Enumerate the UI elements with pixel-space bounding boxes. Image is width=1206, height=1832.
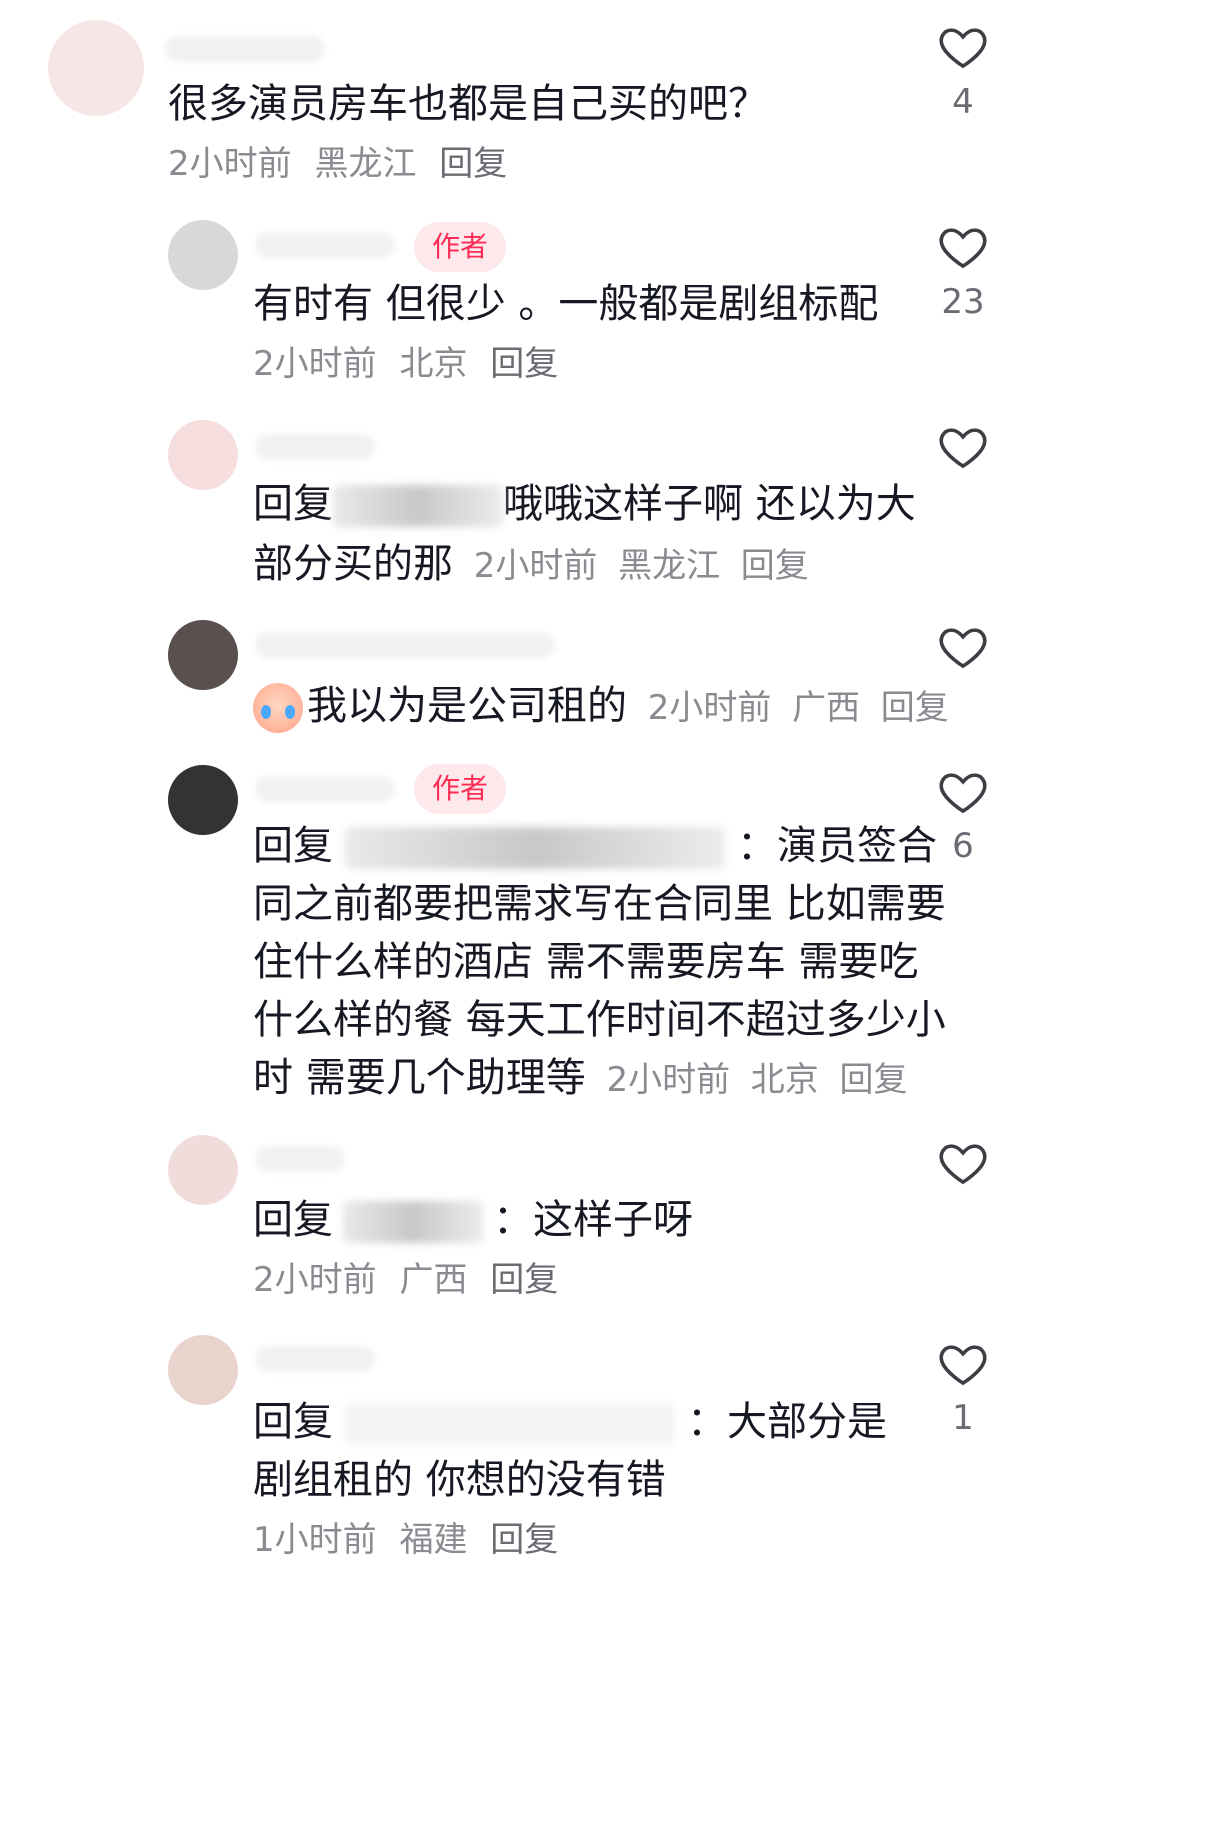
- heart-outline-icon[interactable]: [936, 220, 990, 274]
- comment-location: 黑龙江: [618, 546, 721, 586]
- redacted-username: [345, 1403, 675, 1445]
- username[interactable]: [255, 1146, 345, 1172]
- author-badge: 作者: [414, 222, 507, 272]
- reply-prefix: 回复: [253, 823, 333, 869]
- comment-time: 2小时前: [606, 1060, 731, 1100]
- comment-text-line: 时 需要几个助理等 2小时前 北京 回复: [253, 1044, 908, 1114]
- avatar[interactable]: [168, 1335, 238, 1405]
- comment-text: 回复 ：这样子呀: [253, 1186, 693, 1254]
- comment-meta: 1小时前 福建 回复: [253, 1510, 570, 1570]
- heart-outline-icon[interactable]: [936, 420, 990, 474]
- reply-prefix: 回复: [253, 481, 333, 527]
- comment-time: 2小时前: [253, 344, 377, 384]
- comment-meta: 2小时前 北京 回复: [253, 334, 570, 394]
- comment-time: 2小时前: [168, 144, 292, 184]
- like-count: 1: [952, 1398, 974, 1438]
- heart-outline-icon[interactable]: [936, 1337, 990, 1391]
- comment-location: 广西: [399, 1260, 468, 1300]
- avatar[interactable]: [168, 1135, 238, 1205]
- username[interactable]: [255, 232, 395, 258]
- comment-location: 广西: [792, 688, 861, 728]
- comment-location: 北京: [750, 1060, 819, 1100]
- like-count: 6: [952, 826, 974, 866]
- avatar[interactable]: [168, 765, 238, 835]
- username[interactable]: [255, 434, 375, 460]
- heart-outline-icon[interactable]: [936, 620, 990, 674]
- heart-outline-icon[interactable]: [936, 1136, 990, 1190]
- username[interactable]: [255, 632, 555, 658]
- comment-text: 有时有 但很少 。一般都是剧组标配: [253, 281, 879, 327]
- comment-body: 哦哦这样子啊 还以为大: [503, 481, 916, 527]
- comment-text: 回复 哦哦这样子啊 还以为大: [253, 470, 916, 538]
- comment-body: ：这样子呀: [493, 1197, 693, 1243]
- heart-outline-icon[interactable]: [936, 20, 990, 74]
- comment-body-last: 时 需要几个助理等: [253, 1055, 586, 1101]
- comment-location: 福建: [399, 1520, 468, 1560]
- username[interactable]: [255, 1346, 375, 1372]
- redacted-username: [345, 827, 725, 869]
- comment-text-line2: 部分买的那 2小时前 黑龙江 回复: [253, 530, 809, 600]
- comment-time: 2小时前: [253, 1260, 377, 1300]
- avatar[interactable]: [168, 220, 238, 290]
- comment-text-line2: 剧组租的 你想的没有错: [253, 1457, 666, 1503]
- reply-prefix: 回复: [253, 1399, 333, 1445]
- reply-button[interactable]: 回复: [840, 1060, 908, 1100]
- like-count: 23: [941, 282, 985, 322]
- author-badge: 作者: [414, 764, 507, 814]
- comment-location: 黑龙江: [314, 144, 417, 184]
- heart-outline-icon[interactable]: [936, 765, 990, 819]
- reply-button[interactable]: 回复: [439, 144, 507, 184]
- reply-button[interactable]: 回复: [490, 1520, 558, 1560]
- reply-button[interactable]: 回复: [881, 688, 949, 728]
- comment-body: ：演员签合: [737, 823, 937, 869]
- like-count: 4: [952, 82, 974, 122]
- reply-prefix: 回复: [253, 1197, 333, 1243]
- avatar[interactable]: [168, 420, 238, 490]
- avatar[interactable]: [168, 620, 238, 690]
- comment-body: ：大部分是: [687, 1399, 887, 1445]
- comment-time: 2小时前: [647, 688, 772, 728]
- reply-button[interactable]: 回复: [490, 344, 558, 384]
- comment-text: 我以为是公司租的 2小时前 广西 回复: [253, 672, 949, 742]
- comment-body: 我以为是公司租的: [307, 683, 627, 729]
- comment-body-2: 部分买的那: [253, 541, 453, 587]
- redacted-username: [343, 1201, 483, 1243]
- comment-location: 北京: [399, 344, 468, 384]
- comment-meta: 2小时前 广西 回复: [253, 1250, 570, 1310]
- comment-meta: 2小时前 黑龙江 回复: [168, 134, 519, 194]
- avatar[interactable]: [48, 20, 144, 116]
- username[interactable]: [255, 776, 395, 802]
- comment-text: 很多演员房车也都是自己买的吧？: [168, 81, 768, 127]
- crying-face-emoji: [253, 683, 303, 733]
- comment-time: 2小时前: [473, 546, 598, 586]
- username[interactable]: [165, 36, 325, 62]
- redacted-username: [333, 485, 503, 527]
- reply-button[interactable]: 回复: [490, 1260, 558, 1300]
- comment-time: 1小时前: [253, 1520, 377, 1560]
- reply-button[interactable]: 回复: [741, 546, 809, 586]
